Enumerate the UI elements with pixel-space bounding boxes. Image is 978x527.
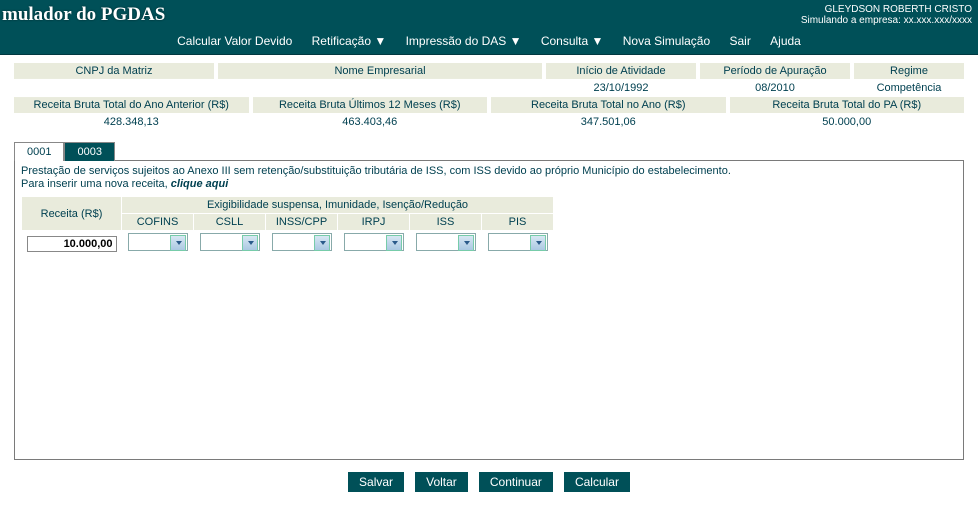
tab-0001[interactable]: 0001 (14, 142, 64, 161)
col-receita: Receita (R$) (22, 197, 122, 231)
label-inicio-atividade: Início de Atividade (546, 63, 696, 79)
label-rbano: Receita Bruta Total no Ano (R$) (491, 97, 726, 113)
table-row (22, 231, 554, 257)
link-clique-aqui[interactable]: clique aqui (171, 178, 228, 190)
col-cofins: COFINS (122, 214, 194, 231)
app-title: mulador do PGDAS (0, 4, 165, 26)
value-rba: 428.348,13 (14, 114, 249, 130)
dropdown-inss[interactable] (272, 233, 332, 251)
value-periodo-apuracao: 08/2010 (700, 80, 850, 96)
receita-table: Receita (R$) Exigibilidade suspensa, Imu… (21, 196, 554, 257)
app-header: mulador do PGDAS GLEYDSON ROBERTH CRISTO… (0, 0, 978, 28)
menu-ajuda[interactable]: Ajuda (770, 34, 801, 48)
dropdown-pis[interactable] (488, 233, 548, 251)
value-cnpj (14, 80, 214, 96)
salvar-button[interactable]: Salvar (348, 472, 404, 492)
col-irpj: IRPJ (338, 214, 410, 231)
menu-sair[interactable]: Sair (729, 34, 750, 48)
main-menu: Calcular Valor Devido Retificação ▼ Impr… (0, 28, 978, 55)
label-rba: Receita Bruta Total do Ano Anterior (R$) (14, 97, 249, 113)
label-periodo-apuracao: Período de Apuração (700, 63, 850, 79)
dropdown-irpj[interactable] (344, 233, 404, 251)
col-group-exigibilidade: Exigibilidade suspensa, Imunidade, Isenç… (122, 197, 554, 214)
label-nome-empresarial: Nome Empresarial (218, 63, 542, 79)
user-name: GLEYDSON ROBERTH CRISTO (801, 4, 972, 15)
simulating-company: Simulando a empresa: xx.xxx.xxx/xxxx (801, 15, 972, 26)
receita-input[interactable] (27, 236, 117, 252)
value-nome-empresarial (218, 80, 542, 96)
button-row: Salvar Voltar Continuar Calcular (0, 460, 978, 500)
label-rbpa: Receita Bruta Total do PA (R$) (730, 97, 965, 113)
continuar-button[interactable]: Continuar (479, 472, 553, 492)
col-iss: ISS (410, 214, 482, 231)
voltar-button[interactable]: Voltar (415, 472, 468, 492)
dropdown-iss[interactable] (416, 233, 476, 251)
menu-nova-simulacao[interactable]: Nova Simulação (623, 34, 710, 48)
label-regime: Regime (854, 63, 964, 79)
panel-description: Prestação de serviços sujeitos ao Anexo … (15, 161, 963, 178)
label-rb12: Receita Bruta Últimos 12 Meses (R$) (253, 97, 488, 113)
col-csll: CSLL (194, 214, 266, 231)
tab-area: 0001 0003 (0, 131, 978, 160)
value-inicio-atividade: 23/10/1992 (546, 80, 696, 96)
value-rbpa: 50.000,00 (730, 114, 965, 130)
main-panel: Prestação de serviços sujeitos ao Anexo … (14, 160, 964, 460)
value-rbano: 347.501,06 (491, 114, 726, 130)
col-inss: INSS/CPP (266, 214, 338, 231)
value-rb12: 463.403,46 (253, 114, 488, 130)
user-info: GLEYDSON ROBERTH CRISTO Simulando a empr… (801, 4, 978, 26)
tab-0003[interactable]: 0003 (64, 142, 114, 161)
dropdown-csll[interactable] (200, 233, 260, 251)
menu-consulta[interactable]: Consulta ▼ (541, 34, 604, 48)
menu-retificacao[interactable]: Retificação ▼ (312, 34, 387, 48)
company-info: CNPJ da Matriz Nome Empresarial Início d… (0, 55, 978, 130)
value-regime: Competência (854, 80, 964, 96)
col-pis: PIS (482, 214, 554, 231)
panel-insert-new: Para inserir uma nova receita, clique aq… (15, 178, 963, 194)
menu-calcular-valor[interactable]: Calcular Valor Devido (177, 34, 292, 48)
menu-impressao-das[interactable]: Impressão do DAS ▼ (406, 34, 522, 48)
dropdown-cofins[interactable] (128, 233, 188, 251)
label-cnpj: CNPJ da Matriz (14, 63, 214, 79)
calcular-button[interactable]: Calcular (564, 472, 630, 492)
